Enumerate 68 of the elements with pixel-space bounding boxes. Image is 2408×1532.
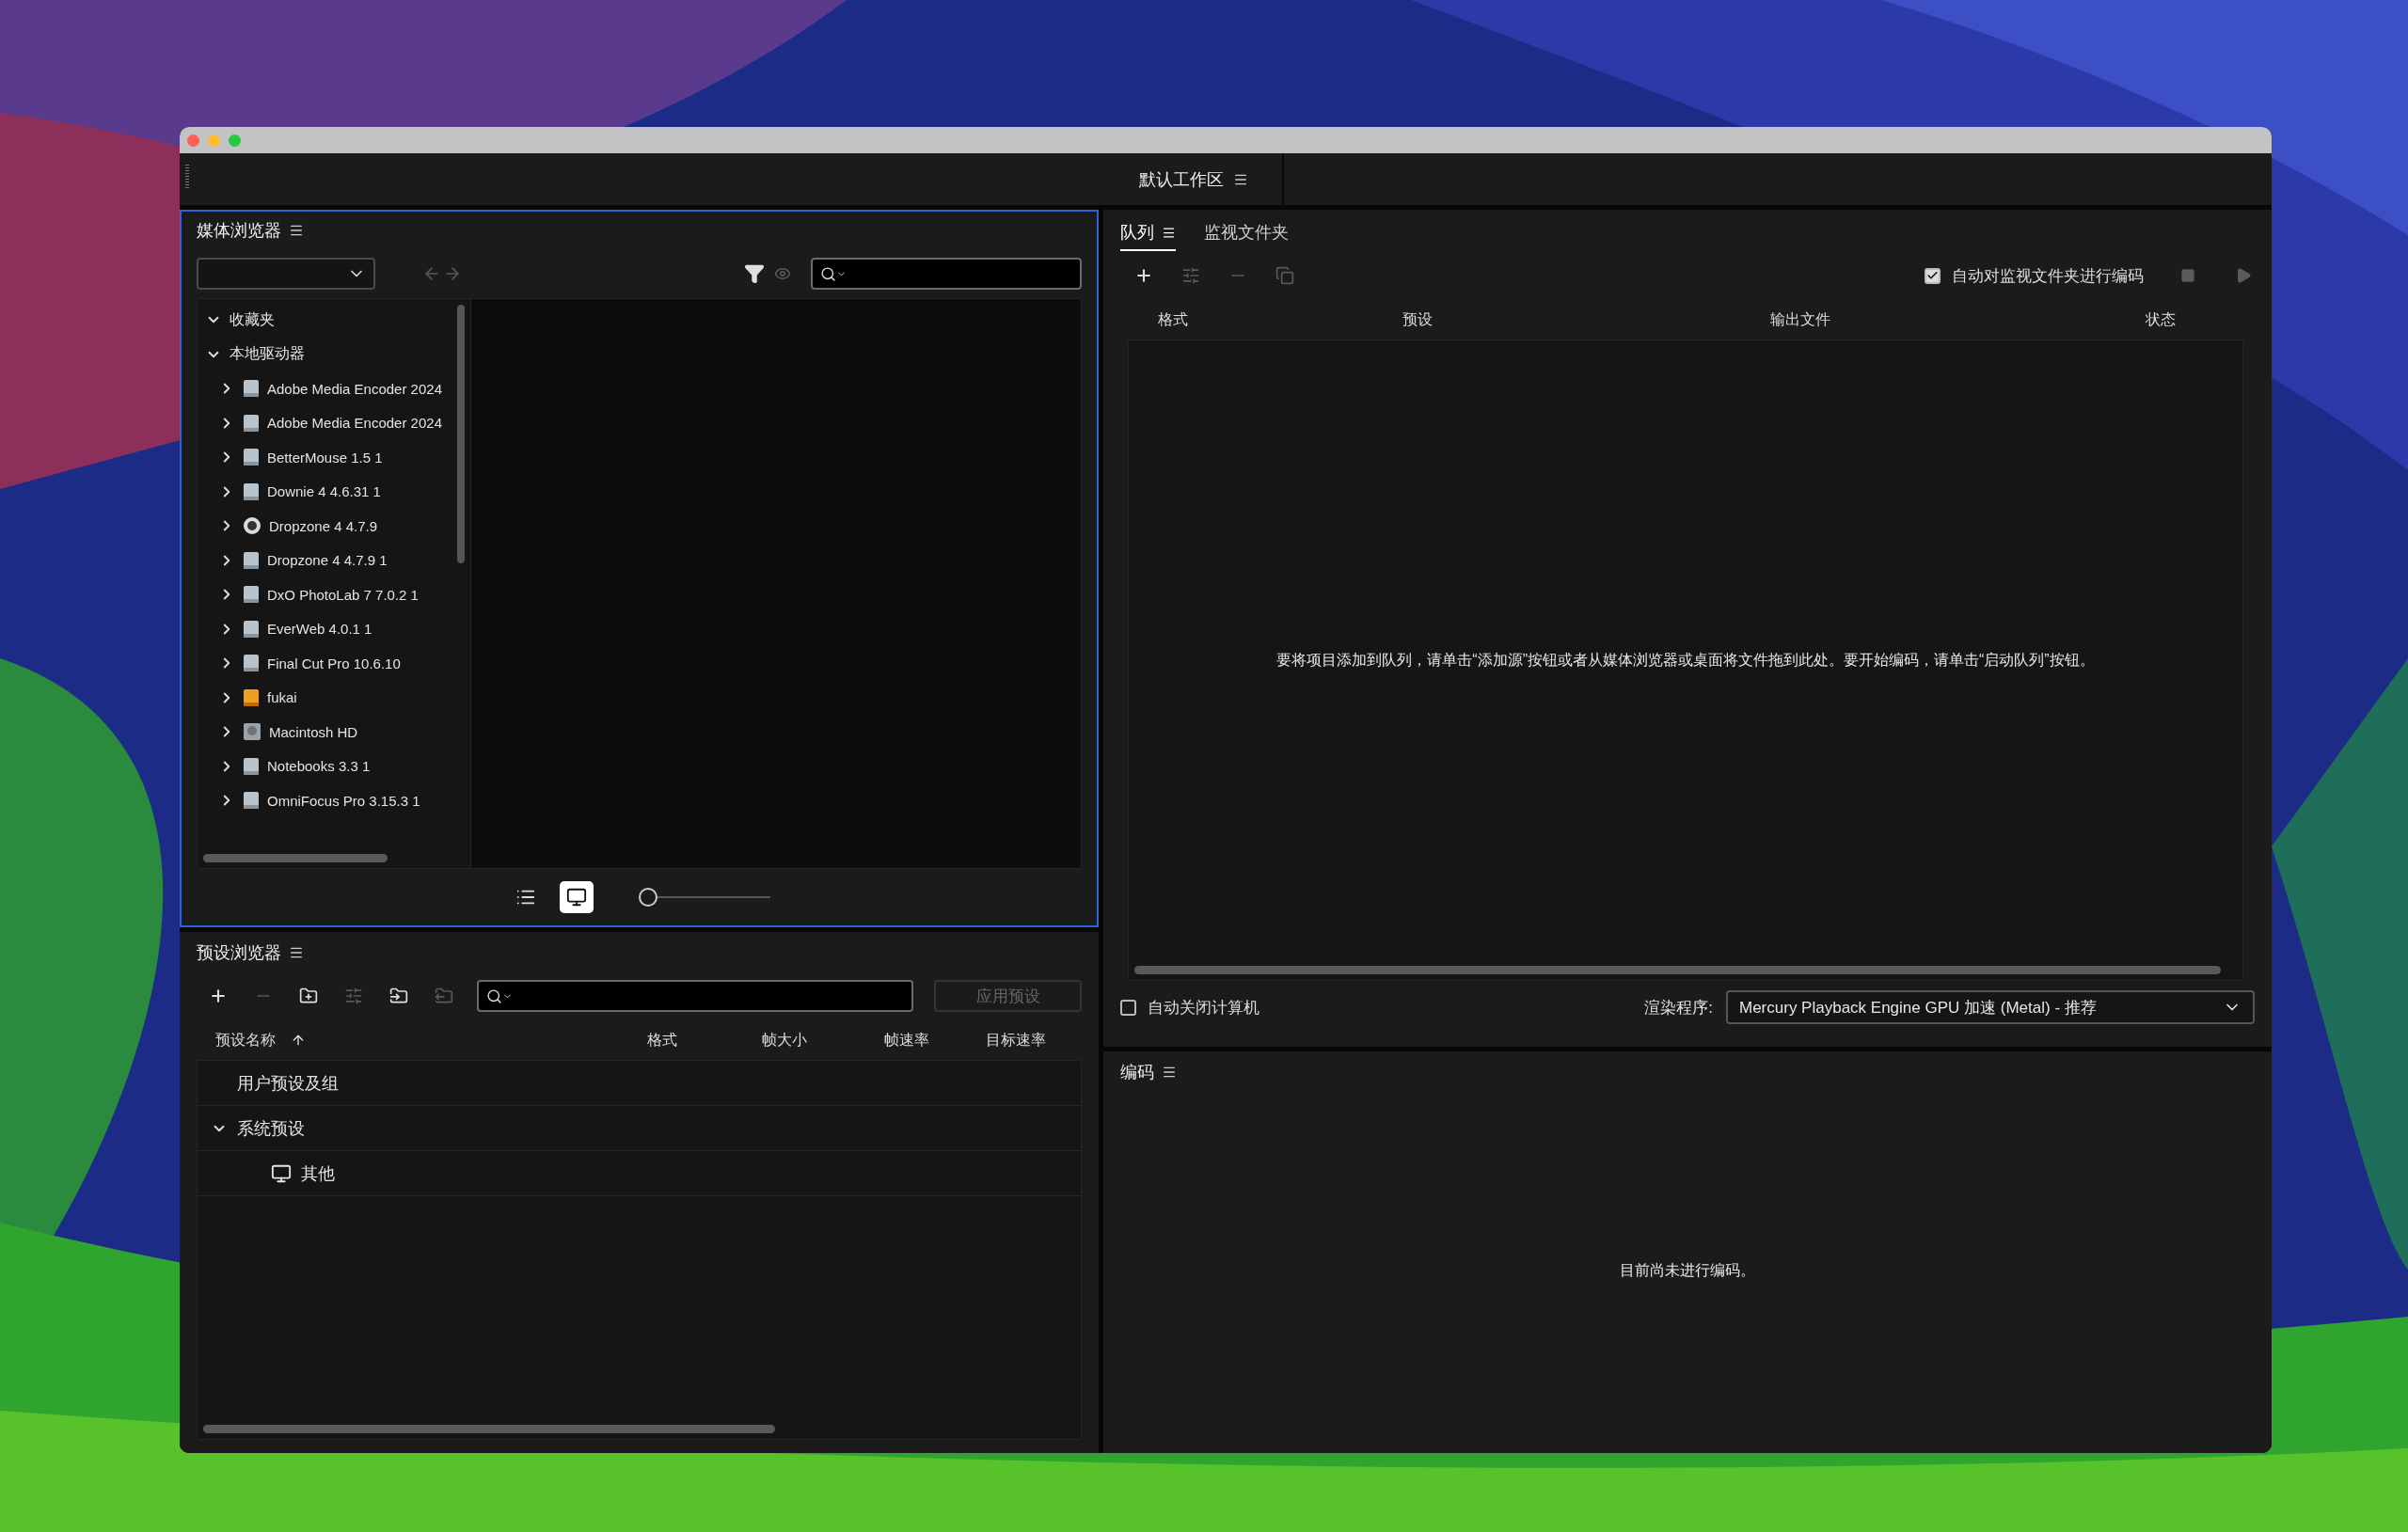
- column-header[interactable]: 格式: [1158, 309, 1188, 330]
- tree-item-label[interactable]: OmniFocus Pro 3.15.3 1: [267, 792, 420, 809]
- drive-icon: [243, 550, 260, 570]
- tree-item-label[interactable]: BetterMouse 1.5 1: [267, 449, 383, 466]
- scrollbar[interactable]: [457, 305, 465, 563]
- tree-item-label[interactable]: Adobe Media Encoder 2024: [267, 415, 442, 432]
- menu-icon[interactable]: [1162, 1065, 1177, 1080]
- monitor-icon: [271, 1162, 292, 1184]
- column-header[interactable]: 输出文件: [1770, 309, 1830, 330]
- scrollbar[interactable]: [203, 1425, 775, 1433]
- panel-tab[interactable]: 监视文件夹: [1204, 221, 1289, 251]
- thumbnail-view-icon[interactable]: [559, 881, 594, 913]
- scrollbar[interactable]: [203, 854, 388, 862]
- search-icon: [486, 987, 502, 1004]
- drive-icon: [243, 413, 260, 433]
- search-field[interactable]: [477, 980, 914, 1012]
- menu-icon[interactable]: [289, 223, 304, 238]
- tree-item-label[interactable]: fukai: [267, 689, 297, 706]
- drive-icon: [243, 791, 260, 811]
- encoding-status-message: 目前尚未进行编码。: [1620, 1261, 1755, 1280]
- panel-title: 预设浏览器: [197, 942, 281, 964]
- empty-queue-message: 要将项目添加到队列，请单击“添加源”按钮或者从媒体浏览器或桌面将文件拖到此处。要开始编码，请单击“启动队列”按钮。: [1276, 650, 2095, 670]
- tree-item-label[interactable]: Dropzone 4 4.7.9: [269, 517, 378, 534]
- scrollbar[interactable]: [1134, 966, 2221, 974]
- preset-group-label[interactable]: 其他: [301, 1161, 335, 1185]
- search-icon: [820, 265, 836, 282]
- drive-icon: [243, 379, 260, 399]
- column-header[interactable]: 格式: [647, 1030, 677, 1050]
- tree-item-label[interactable]: Adobe Media Encoder 2024: [267, 380, 442, 397]
- tree-item-label[interactable]: Dropzone 4 4.7.9 1: [267, 552, 388, 569]
- preset-group-label[interactable]: 用户预设及组: [237, 1071, 339, 1095]
- sort-arrow-icon[interactable]: [291, 1033, 306, 1048]
- column-header[interactable]: 目标速率: [985, 1030, 1046, 1050]
- tree-item-label[interactable]: 本地驱动器: [230, 344, 305, 365]
- tree-item-label[interactable]: Downie 4 4.6.31 1: [267, 483, 381, 500]
- column-header[interactable]: 预设: [1402, 309, 1433, 330]
- column-header[interactable]: 状态: [2146, 309, 2176, 330]
- panel-title: 编码: [1120, 1062, 1154, 1083]
- renderer-dropdown[interactable]: Mercury Playback Engine GPU 加速 (Metal) - 推荐: [1726, 990, 2255, 1024]
- search-field[interactable]: [811, 258, 1082, 290]
- tree-item-label[interactable]: DxO PhotoLab 7 7.0.2 1: [267, 586, 419, 603]
- drive-icon: [243, 619, 260, 639]
- tree-item-label[interactable]: Notebooks 3.3 1: [267, 758, 371, 775]
- drive-icon: [243, 482, 260, 501]
- drive-icon: [243, 756, 260, 776]
- panel-title: 媒体浏览器: [197, 220, 281, 242]
- zoom-slider[interactable]: [638, 888, 770, 907]
- drive-icon: [243, 448, 260, 467]
- column-header[interactable]: 帧速率: [884, 1030, 929, 1050]
- drive-icon: [243, 585, 260, 605]
- tree-item-label[interactable]: Final Cut Pro 10.6.10: [267, 655, 401, 671]
- auto-shutdown-checkbox[interactable]: 自动关闭计算机: [1120, 996, 1259, 1019]
- auto-encode-checkbox[interactable]: 自动对监视文件夹进行编码: [1925, 264, 2144, 287]
- disc-icon: [243, 516, 261, 536]
- grip-icon[interactable]: [185, 165, 189, 189]
- menu-icon[interactable]: [1162, 225, 1176, 240]
- column-header[interactable]: 预设名称: [215, 1030, 276, 1050]
- drive-icon: [243, 654, 260, 673]
- tree-item-label[interactable]: Macintosh HD: [269, 723, 358, 740]
- workspace-tab[interactable]: 默认工作区: [1139, 167, 1224, 191]
- drive-icon: [243, 687, 260, 707]
- tree-item-label[interactable]: EverWeb 4.0.1 1: [267, 621, 372, 638]
- menu-icon[interactable]: [289, 945, 304, 960]
- renderer-label: 渲染程序:: [1644, 997, 1713, 1019]
- column-header[interactable]: 帧大小: [762, 1030, 807, 1050]
- preset-group-label[interactable]: 系统预设: [237, 1116, 305, 1140]
- tree-item-label[interactable]: 收藏夹: [230, 309, 275, 330]
- panel-tab[interactable]: 队列: [1120, 221, 1176, 251]
